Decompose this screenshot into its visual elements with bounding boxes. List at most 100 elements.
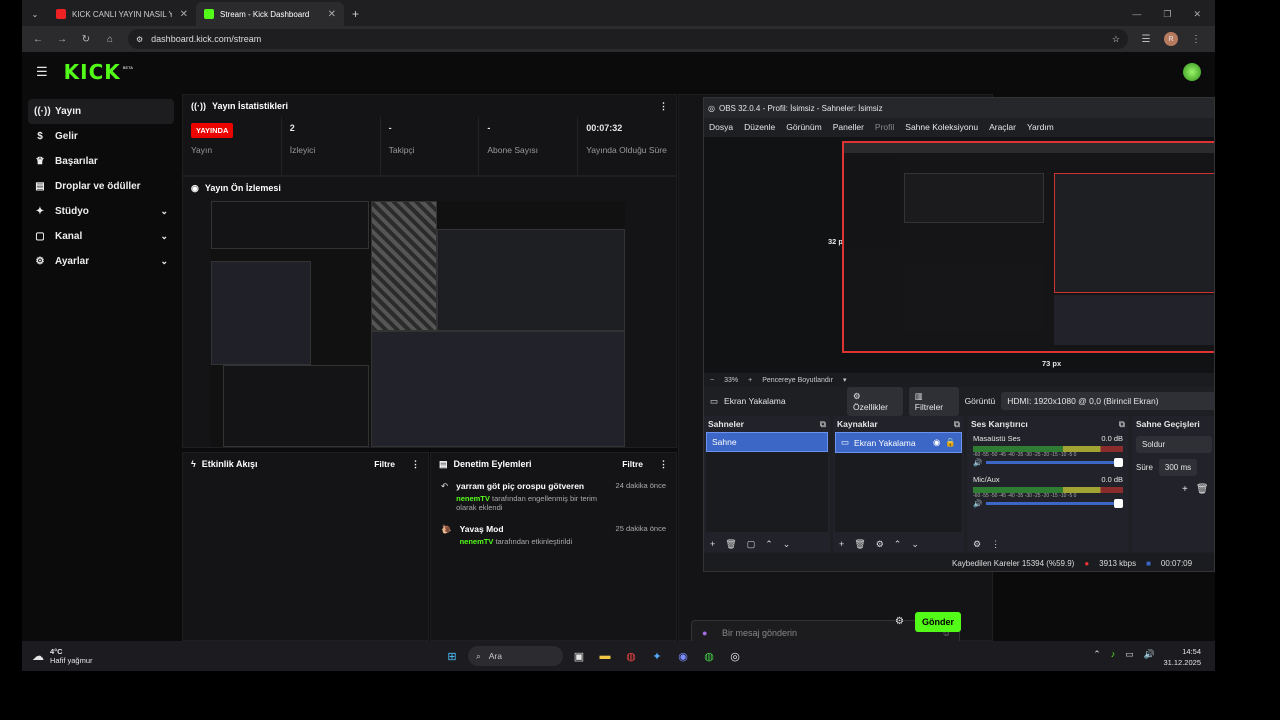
trash-icon[interactable]: 🗑 (1196, 484, 1209, 495)
activity-filter-button[interactable]: Filtre (374, 459, 395, 469)
display-select[interactable]: HDMI: 1920x1080 @ 0,0 (Birincil Ekran) (1001, 392, 1214, 410)
sidebar-item-studyo[interactable]: ✦ Stüdyo ⌄ (28, 199, 174, 224)
url-input[interactable]: ⚙ dashboard.kick.com/stream ☆ (128, 29, 1128, 49)
chevron-up-icon[interactable]: ⌃ (1093, 649, 1101, 660)
scene-item[interactable]: Sahne (706, 432, 828, 452)
minimize-icon[interactable]: — (1132, 9, 1141, 20)
filter-icon[interactable]: ▢ (747, 539, 756, 550)
filters-button[interactable]: ▥ Filtreler (908, 386, 959, 416)
close-tab-icon[interactable]: ✕ (328, 9, 336, 20)
file-explorer-icon[interactable]: ▬ (595, 646, 615, 666)
sidebar-item-droplar[interactable]: ▤ Droplar ve ödüller (28, 174, 174, 199)
close-window-icon[interactable]: ✕ (1193, 9, 1201, 20)
close-tab-icon[interactable]: ✕ (180, 9, 188, 20)
taskbar-search[interactable]: ⌕ Ara (468, 646, 563, 666)
dock-float-icon[interactable]: ⧉ (954, 419, 960, 430)
back-icon[interactable]: ← (32, 34, 44, 45)
kebab-menu-icon[interactable]: ⋮ (411, 459, 420, 470)
duration-input[interactable]: 300 ms (1158, 459, 1198, 476)
discord-icon[interactable]: ◉ (673, 646, 693, 666)
menu-dosya[interactable]: Dosya (709, 122, 733, 132)
app-icon[interactable]: ✦ (647, 646, 667, 666)
new-tab-button[interactable]: + (344, 2, 367, 26)
kebab-menu-icon[interactable]: ⋮ (991, 539, 1000, 550)
more-menu-icon[interactable]: ⋮ (1190, 34, 1202, 45)
gear-icon[interactable]: ⚙ (876, 539, 884, 550)
sidebar-item-kanal[interactable]: ▢ Kanal ⌄ (28, 224, 174, 249)
sidebar-item-gelir[interactable]: $ Gelir (28, 124, 174, 149)
chrome-icon[interactable]: ◍ (621, 646, 641, 666)
stat-viewers: 2 İzleyici (282, 117, 381, 175)
obs-icon[interactable]: ◎ (725, 646, 745, 666)
send-button[interactable]: Gönder (915, 612, 961, 632)
dock-float-icon[interactable]: ⧉ (1119, 419, 1125, 430)
speaker-icon[interactable]: 🔊 (973, 458, 982, 467)
chevron-down-icon[interactable]: ▾ (843, 376, 847, 384)
menu-yardim[interactable]: Yardım (1027, 122, 1054, 132)
volume-slider[interactable] (986, 499, 1123, 508)
lock-icon[interactable]: 🔒 (945, 437, 956, 448)
sidebar-item-ayarlar[interactable]: ⚙ Ayarlar ⌄ (28, 249, 174, 274)
sidebar-item-basarilar[interactable]: ♛ Başarılar (28, 149, 174, 174)
tab-kick-dashboard[interactable]: Stream - Kick Dashboard ✕ (196, 2, 344, 26)
kick-logo[interactable]: KICK (64, 60, 121, 84)
tab-kick-live[interactable]: KICK CANLI YAYIN NASIL YAPIL ✕ (48, 2, 196, 26)
chevron-down-icon[interactable]: ⌄ (783, 539, 791, 550)
trash-icon[interactable]: 🗑 (854, 539, 865, 550)
menu-duzenle[interactable]: Düzenle (744, 122, 775, 132)
forward-icon[interactable]: → (56, 34, 68, 45)
bookmark-star-icon[interactable]: ☆ (1112, 34, 1120, 45)
extensions-icon[interactable]: ☰ (1140, 34, 1152, 45)
add-icon[interactable]: + (1182, 484, 1188, 495)
add-icon[interactable]: + (710, 539, 715, 550)
hamburger-menu-icon[interactable]: ☰ (36, 64, 48, 80)
zoom-out-icon[interactable]: − (710, 377, 714, 384)
trash-icon[interactable]: 🗑 (725, 539, 736, 550)
menu-profil[interactable]: Profil (875, 122, 894, 132)
reload-icon[interactable]: ↻ (80, 34, 92, 45)
chevron-up-icon[interactable]: ⌃ (765, 539, 773, 550)
eye-icon[interactable]: ◉ (933, 437, 940, 448)
kebab-menu-icon[interactable]: ⋮ (659, 459, 668, 470)
menu-sahne-koleksiyonu[interactable]: Sahne Koleksiyonu (905, 122, 978, 132)
profile-avatar[interactable]: R (1164, 32, 1178, 46)
chevron-up-icon[interactable]: ⌃ (894, 539, 902, 550)
windows-start-icon[interactable]: ⊞ (442, 646, 462, 666)
obs-preview[interactable]: 32 px 73 px (704, 137, 1214, 373)
menu-araclar[interactable]: Araçlar (989, 122, 1016, 132)
fit-window-button[interactable]: Pencereye Boyutlandır (762, 377, 833, 384)
site-info-icon[interactable]: ⚙ (136, 35, 143, 44)
mic-icon[interactable]: ♪ (1111, 649, 1116, 660)
user-avatar[interactable] (1183, 63, 1201, 81)
sidebar-item-yayin[interactable]: ((·)) Yayın (28, 99, 174, 124)
add-icon[interactable]: + (839, 539, 844, 550)
volume-slider[interactable] (986, 458, 1123, 467)
maximize-icon[interactable]: ❐ (1163, 9, 1171, 20)
transition-select[interactable]: Soldur (1136, 436, 1212, 453)
speaker-icon[interactable]: 🔊 (973, 499, 982, 508)
volume-icon[interactable]: 🔊 (1144, 649, 1155, 660)
mixer-settings-icon[interactable]: ⚙ (973, 539, 981, 550)
moderator-name[interactable]: nenemTV (460, 537, 494, 546)
menu-paneller[interactable]: Paneller (833, 122, 864, 132)
dock-float-icon[interactable]: ⧉ (820, 419, 826, 430)
tab-list-button[interactable]: ⌄ (22, 2, 48, 26)
moderator-name[interactable]: nenemTV (456, 494, 490, 503)
menu-gorunum[interactable]: Görünüm (786, 122, 821, 132)
task-view-icon[interactable]: ▣ (569, 646, 589, 666)
properties-button[interactable]: ⚙ Özellikler (846, 386, 903, 416)
clock[interactable]: 14:54 31.12.2025 (1163, 646, 1201, 668)
moderation-filter-button[interactable]: Filtre (622, 459, 643, 469)
kebab-menu-icon[interactable]: ⋮ (659, 101, 668, 112)
network-icon[interactable]: ▭ (1125, 649, 1134, 660)
chevron-down-icon[interactable]: ⌄ (911, 539, 919, 550)
chat-settings-icon[interactable]: ⚙ (895, 616, 904, 627)
source-item[interactable]: ▭ Ekran Yakalama ◉ 🔒 (835, 432, 962, 453)
capture-obs (1054, 173, 1214, 293)
zoom-in-icon[interactable]: + (748, 377, 752, 384)
stream-preview-video[interactable] (211, 201, 625, 447)
chrome-profile-icon[interactable]: ◍ (699, 646, 719, 666)
screen-capture-source[interactable] (842, 141, 1214, 353)
home-icon[interactable]: ⌂ (104, 34, 116, 45)
weather-widget[interactable]: ☁ 4°C Hafif yağmur (32, 647, 93, 665)
